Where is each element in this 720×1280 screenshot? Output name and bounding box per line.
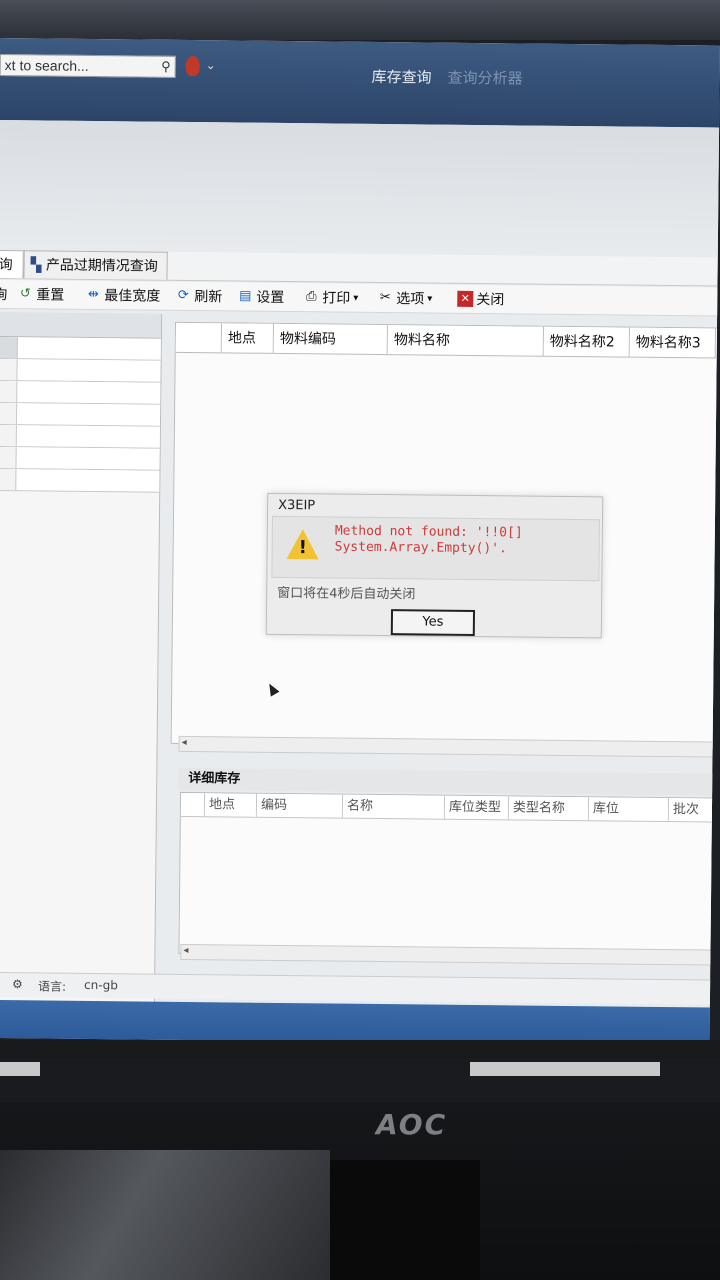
tools-icon: ✂ bbox=[379, 289, 391, 306]
column-header[interactable]: 物料名称 bbox=[387, 325, 545, 357]
left-panel-header bbox=[0, 311, 162, 339]
options-button[interactable]: ✂ 选项 ▾ bbox=[377, 288, 433, 309]
close-button[interactable]: ✕ 关闭 bbox=[457, 289, 504, 309]
tape-residue bbox=[470, 1062, 660, 1076]
scroll-left-icon[interactable]: ◂ bbox=[182, 737, 187, 748]
dialog-autoclose-note: 窗口将在4秒后自动关闭 bbox=[277, 585, 416, 603]
close-label: 关闭 bbox=[476, 292, 505, 309]
print-label: 打印 bbox=[322, 290, 351, 307]
list-item[interactable] bbox=[0, 468, 160, 493]
dialog-body: ! Method not found: '!!0[] System.Array.… bbox=[271, 515, 600, 582]
left-panel bbox=[0, 311, 163, 1004]
toolbar: 询 ↺ 重置 ⇹ 最佳宽度 ⟳ 刷新 ▤ 设置 ⎙ 打印 ▾ ✂ 选项 ▾ ✕ 关闭 bbox=[0, 279, 720, 317]
doc-tab-label: 询 bbox=[0, 256, 13, 274]
dialog-message-line: System.Array.Empty()'. bbox=[334, 539, 507, 557]
column-header[interactable]: 物料名称3 bbox=[629, 327, 716, 359]
chevron-down-icon: ▾ bbox=[427, 292, 433, 305]
chart-icon: ▚ bbox=[30, 257, 42, 274]
reset-label: 重置 bbox=[36, 287, 65, 304]
refresh-icon: ⟳ bbox=[177, 287, 189, 303]
error-dialog: X3EIP ! Method not found: '!!0[] System.… bbox=[265, 492, 604, 639]
column-header[interactable]: 物料编码 bbox=[273, 323, 389, 356]
column-header[interactable]: 地点 bbox=[221, 323, 275, 354]
grid-corner bbox=[180, 792, 206, 818]
settings-icon: ▤ bbox=[239, 288, 252, 304]
print-button[interactable]: ⎙ 打印 ▾ bbox=[303, 287, 358, 308]
search-placeholder: xt to search... bbox=[4, 57, 89, 74]
search-input[interactable]: xt to search... ⚲ bbox=[0, 53, 176, 78]
reset-icon: ↺ bbox=[19, 286, 31, 302]
list-item[interactable] bbox=[0, 380, 161, 405]
column-header[interactable]: 编码 bbox=[256, 793, 344, 819]
tab-query-analyzer[interactable]: 查询分析器 bbox=[448, 67, 523, 89]
dialog-title: X3EIP bbox=[278, 497, 316, 514]
monitor-brand-logo: AOC bbox=[376, 1108, 448, 1141]
refresh-label: 刷新 bbox=[194, 289, 223, 306]
query-button[interactable]: 询 bbox=[0, 284, 7, 304]
warning-mark: ! bbox=[298, 537, 308, 559]
column-header[interactable]: 名称 bbox=[342, 794, 446, 820]
dialog-message: Method not found: '!!0[] System.Array.Em… bbox=[335, 524, 585, 559]
doc-tab-query[interactable]: 询 bbox=[0, 249, 24, 279]
status-lang-value: cn-gb bbox=[84, 977, 118, 993]
column-header[interactable]: 类型名称 bbox=[508, 796, 590, 822]
column-header[interactable]: 批次 bbox=[668, 798, 720, 823]
printer-icon: ⎙ bbox=[306, 289, 317, 305]
yes-button[interactable]: Yes bbox=[390, 609, 476, 637]
close-icon: ✕ bbox=[457, 290, 474, 307]
user-icon[interactable] bbox=[185, 55, 200, 77]
column-header[interactable]: 地点 bbox=[204, 793, 258, 818]
search-icon[interactable]: ⚲ bbox=[161, 59, 171, 75]
settings-button[interactable]: ▤ 设置 bbox=[237, 286, 284, 306]
ribbon-area bbox=[0, 119, 720, 258]
desk-surface bbox=[0, 1150, 330, 1280]
column-header[interactable]: 库位 bbox=[588, 797, 670, 823]
settings-label: 设置 bbox=[256, 289, 285, 306]
globe-icon: ⚙ bbox=[12, 977, 23, 992]
doc-tab-expiry[interactable]: ▚ 产品过期情况查询 bbox=[23, 250, 168, 280]
width-icon: ⇹ bbox=[87, 286, 99, 303]
doc-tab-label: 产品过期情况查询 bbox=[45, 257, 158, 275]
chevron-down-icon: ▾ bbox=[353, 292, 359, 304]
monitor-bezel-top bbox=[0, 0, 720, 40]
best-width-button[interactable]: ⇹ 最佳宽度 bbox=[85, 285, 161, 306]
grid-corner bbox=[175, 322, 223, 354]
chevron-down-icon[interactable]: ⌄ bbox=[206, 58, 216, 72]
detail-grid[interactable]: 地点 编码 名称 库位类型 类型名称 库位 批次 bbox=[178, 791, 720, 960]
monitor-stand bbox=[330, 1160, 480, 1280]
column-header[interactable]: 库位类型 bbox=[444, 795, 510, 821]
tape-residue bbox=[0, 1062, 40, 1076]
status-lang-label: 语言: bbox=[37, 979, 67, 994]
list-item[interactable] bbox=[0, 336, 161, 361]
list-item[interactable] bbox=[0, 424, 160, 449]
tab-inventory-query[interactable]: 库存查询 bbox=[372, 66, 432, 88]
screen: xt to search... ⚲ ⌄ 库存查询 查询分析器 询 ▚ 产品过期情… bbox=[0, 38, 720, 1046]
detail-panel-title: 详细库存 bbox=[178, 767, 719, 796]
list-item[interactable] bbox=[0, 402, 161, 427]
list-item[interactable] bbox=[0, 446, 160, 471]
options-label: 选项 bbox=[396, 291, 425, 308]
refresh-button[interactable]: ⟳ 刷新 bbox=[175, 286, 223, 306]
query-label: 询 bbox=[0, 286, 8, 304]
windows-taskbar bbox=[0, 999, 720, 1046]
app-titlebar: xt to search... ⚲ ⌄ 库存查询 查询分析器 bbox=[0, 38, 720, 128]
reset-button[interactable]: ↺ 重置 bbox=[17, 284, 65, 304]
column-header[interactable]: 物料名称2 bbox=[543, 326, 631, 358]
best-width-label: 最佳宽度 bbox=[104, 288, 161, 305]
scroll-left-icon[interactable]: ◂ bbox=[183, 945, 188, 956]
list-item[interactable] bbox=[0, 358, 161, 383]
